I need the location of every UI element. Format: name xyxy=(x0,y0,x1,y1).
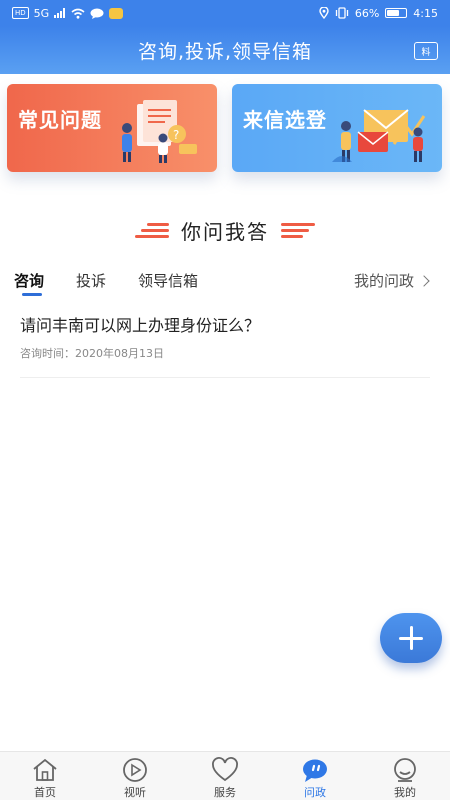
nav-media-label: 视听 xyxy=(124,786,146,799)
plus-icon xyxy=(399,626,423,650)
wifi-icon xyxy=(71,8,85,19)
tab-consult[interactable]: 咨询 xyxy=(14,270,44,291)
profile-card-label: 料 xyxy=(421,47,431,58)
chat-bubble-icon xyxy=(90,8,104,19)
signal-icon xyxy=(54,8,66,18)
page-title: 咨询,投诉,领导信箱 xyxy=(137,40,313,63)
question-time: 咨询时间：2020年08月13日 xyxy=(20,347,164,360)
section-header: 你问我答 xyxy=(0,212,450,248)
status-bar: HD 5G 66% 4:15 xyxy=(0,0,450,26)
nav-service-label: 服务 xyxy=(214,786,236,799)
profile-card-icon[interactable]: 料 xyxy=(414,42,438,60)
nav-home-label: 首页 xyxy=(34,786,56,799)
my-politics-link[interactable]: 我的问政 xyxy=(353,270,430,291)
chat-icon xyxy=(303,759,327,782)
nav-politics-label: 问政 xyxy=(304,786,326,799)
letter-illustration-icon xyxy=(332,109,426,162)
home-icon xyxy=(33,758,57,781)
question-title: 请问丰南可以网上办理身份证么？ xyxy=(20,316,261,335)
app-header: 咨询,投诉,领导信箱 料 xyxy=(0,26,450,74)
letter-card-title: 来信选登 xyxy=(243,108,327,132)
my-politics-label: 我的问政 xyxy=(353,272,414,290)
add-question-button[interactable] xyxy=(380,613,442,663)
chevron-right-icon xyxy=(418,274,430,287)
vibrate-icon xyxy=(335,7,348,19)
letter-card[interactable]: 来信选登 xyxy=(232,84,442,172)
list-item[interactable]: 请问丰南可以网上办理身份证么？ 咨询时间：2020年08月13日 xyxy=(20,304,430,378)
network-type: 5G xyxy=(33,6,50,20)
tab-leader-mailbox[interactable]: 领导信箱 xyxy=(138,270,198,291)
battery-percent: 66% xyxy=(354,6,380,20)
user-icon xyxy=(394,758,416,782)
status-left: HD 5G xyxy=(12,6,124,20)
nav-mine[interactable]: 我的 xyxy=(360,752,450,800)
message-app-icon xyxy=(109,7,124,19)
hd-badge: HD xyxy=(12,7,29,19)
category-tabs: 咨询 投诉 领导信箱 我的问政 xyxy=(0,264,450,298)
location-icon xyxy=(319,7,329,19)
nav-mine-label: 我的 xyxy=(394,786,416,799)
clock: 4:15 xyxy=(413,6,438,20)
nav-home[interactable]: 首页 xyxy=(0,752,90,800)
status-right: 66% 4:15 xyxy=(319,7,438,19)
heading-decoration-right xyxy=(281,222,315,238)
faq-card[interactable]: 常见问题 ? xyxy=(7,84,217,172)
nav-service[interactable]: 服务 xyxy=(180,752,270,800)
bottom-nav: 首页 视听 服务 问政 我的 xyxy=(0,751,450,800)
faq-illustration-icon: ? xyxy=(122,100,197,163)
nav-media[interactable]: 视听 xyxy=(90,752,180,800)
play-icon xyxy=(123,758,147,782)
section-title: 你问我答 xyxy=(181,219,269,244)
battery-icon xyxy=(385,8,408,18)
faq-card-title: 常见问题 xyxy=(18,108,102,132)
heading-decoration-left xyxy=(135,222,169,238)
tab-indicator xyxy=(22,293,42,296)
tab-complaint[interactable]: 投诉 xyxy=(76,270,106,291)
svg-text:?: ? xyxy=(173,128,179,142)
heart-icon xyxy=(212,757,238,782)
nav-politics[interactable]: 问政 xyxy=(270,752,360,800)
